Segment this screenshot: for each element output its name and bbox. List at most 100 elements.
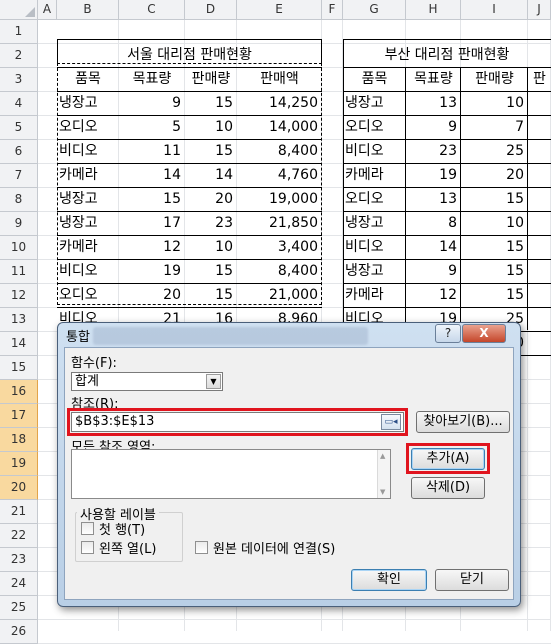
busan-data-cell[interactable]: 냉장고 [343, 212, 406, 235]
busan-data-cell[interactable]: 카메라 [343, 284, 406, 307]
row-header-9[interactable]: 9 [0, 212, 38, 236]
row-header-24[interactable]: 24 [0, 572, 38, 596]
row-header-22[interactable]: 22 [0, 524, 38, 548]
column-header-B[interactable]: B [57, 0, 119, 20]
help-button[interactable]: ? [435, 324, 461, 343]
busan-header-cell[interactable]: 판 [528, 68, 551, 91]
reference-input[interactable]: $B$3:$E$13 [71, 412, 404, 432]
seoul-border [57, 307, 322, 308]
busan-data-cell[interactable]: 14 [406, 236, 461, 259]
row-header-17[interactable]: 17 [0, 404, 38, 428]
grid-hline [38, 619, 551, 620]
title-ghost [93, 327, 368, 345]
busan-data-cell[interactable]: 15 [461, 284, 528, 307]
busan-data-cell[interactable]: 20 [461, 164, 528, 187]
column-header-E[interactable]: E [237, 0, 322, 20]
row-header-10[interactable]: 10 [0, 236, 38, 260]
row-header-8[interactable]: 8 [0, 188, 38, 212]
copy-marquee [57, 63, 322, 305]
busan-header-cell[interactable]: 목표량 [406, 68, 461, 91]
busan-border [343, 187, 551, 188]
row-header-5[interactable]: 5 [0, 116, 38, 140]
scroll-down-icon[interactable]: ▼ [380, 488, 385, 496]
row-header-3[interactable]: 3 [0, 68, 38, 92]
busan-data-cell[interactable]: 15 [461, 236, 528, 259]
all-references-list[interactable]: ▲ ▼ [71, 449, 391, 499]
row-header-2[interactable]: 2 [0, 44, 38, 68]
busan-header-cell[interactable]: 품목 [343, 68, 406, 91]
row-header-7[interactable]: 7 [0, 164, 38, 188]
busan-data-cell[interactable]: 12 [406, 284, 461, 307]
busan-data-cell[interactable]: 9 [406, 260, 461, 283]
row-header-12[interactable]: 12 [0, 284, 38, 308]
column-header-D[interactable]: D [185, 0, 237, 20]
row-header-14[interactable]: 14 [0, 332, 38, 356]
row-header-4[interactable]: 4 [0, 92, 38, 116]
delete-button[interactable]: 삭제(D) [411, 477, 485, 499]
busan-data-cell[interactable]: 비디오 [343, 140, 406, 163]
column-header-A[interactable]: A [38, 0, 57, 20]
row-header-13[interactable]: 13 [0, 308, 38, 332]
close-button[interactable]: 닫기 [435, 569, 509, 591]
busan-data-cell[interactable]: 10 [461, 92, 528, 115]
chevron-down-icon[interactable]: ▼ [206, 374, 221, 389]
busan-table-title[interactable]: 부산 대리점 판매현황 [343, 44, 551, 67]
row-header-23[interactable]: 23 [0, 548, 38, 572]
busan-data-cell[interactable]: 비디오 [343, 236, 406, 259]
busan-data-cell[interactable]: 오디오 [343, 116, 406, 139]
left-column-checkbox[interactable] [81, 541, 94, 554]
link-source-checkbox[interactable] [195, 541, 208, 554]
consolidate-dialog[interactable]: 통합 ? X 함수(F): 합계 ▼ 참조(R): $B$3:$E$13 ▭◂ … [57, 322, 521, 607]
row-header-26[interactable]: 26 [0, 620, 38, 644]
row-header-1[interactable]: 1 [0, 20, 38, 44]
column-header-J[interactable]: J [528, 0, 551, 20]
dialog-title: 통합 [66, 330, 90, 345]
busan-data-cell[interactable]: 오디오 [343, 188, 406, 211]
row-header-19[interactable]: 19 [0, 452, 38, 476]
busan-border [343, 91, 551, 92]
busan-data-cell[interactable]: 15 [461, 188, 528, 211]
ok-button[interactable]: 확인 [351, 569, 427, 591]
collapse-dialog-icon[interactable]: ▭◂ [381, 414, 401, 430]
function-combo[interactable]: 합계 ▼ [71, 372, 223, 391]
busan-data-cell[interactable]: 23 [406, 140, 461, 163]
column-header-I[interactable]: I [461, 0, 528, 20]
scroll-up-icon[interactable]: ▲ [380, 452, 385, 460]
column-header-G[interactable]: G [343, 0, 406, 20]
row-header-25[interactable]: 25 [0, 596, 38, 620]
busan-data-cell[interactable]: 7 [461, 116, 528, 139]
busan-data-cell[interactable]: 25 [461, 140, 528, 163]
row-header-15[interactable]: 15 [0, 356, 38, 380]
busan-data-cell[interactable]: 8 [406, 212, 461, 235]
busan-data-cell[interactable]: 냉장고 [343, 92, 406, 115]
column-header-C[interactable]: C [119, 0, 185, 20]
row-header-18[interactable]: 18 [0, 428, 38, 452]
busan-border [343, 283, 551, 284]
seoul-border [321, 39, 322, 63]
busan-data-cell[interactable]: 19 [406, 164, 461, 187]
row-header-20[interactable]: 20 [0, 476, 38, 500]
add-button[interactable]: 추가(A) [411, 448, 485, 470]
busan-data-cell[interactable]: 15 [461, 260, 528, 283]
browse-button[interactable]: 찾아보기(B)... [416, 411, 510, 433]
busan-data-cell[interactable]: 13 [406, 188, 461, 211]
busan-data-cell[interactable]: 냉장고 [343, 260, 406, 283]
busan-header-cell[interactable]: 판매량 [461, 68, 528, 91]
select-all-corner[interactable] [0, 0, 38, 20]
list-scrollbar[interactable]: ▲ ▼ [377, 450, 390, 498]
busan-data-cell[interactable]: 10 [461, 212, 528, 235]
column-header-H[interactable]: H [406, 0, 461, 20]
busan-border [405, 68, 406, 330]
column-header-F[interactable]: F [322, 0, 343, 20]
row-header-21[interactable]: 21 [0, 500, 38, 524]
busan-data-cell[interactable]: 13 [406, 92, 461, 115]
row-header-11[interactable]: 11 [0, 260, 38, 284]
row-header-16[interactable]: 16 [0, 380, 38, 404]
row-header-6[interactable]: 6 [0, 140, 38, 164]
busan-data-cell[interactable]: 카메라 [343, 164, 406, 187]
close-icon[interactable]: X [462, 324, 506, 343]
busan-data-cell[interactable]: 9 [406, 116, 461, 139]
top-row-checkbox[interactable] [81, 522, 94, 535]
busan-border [343, 259, 551, 260]
busan-border [343, 39, 551, 40]
